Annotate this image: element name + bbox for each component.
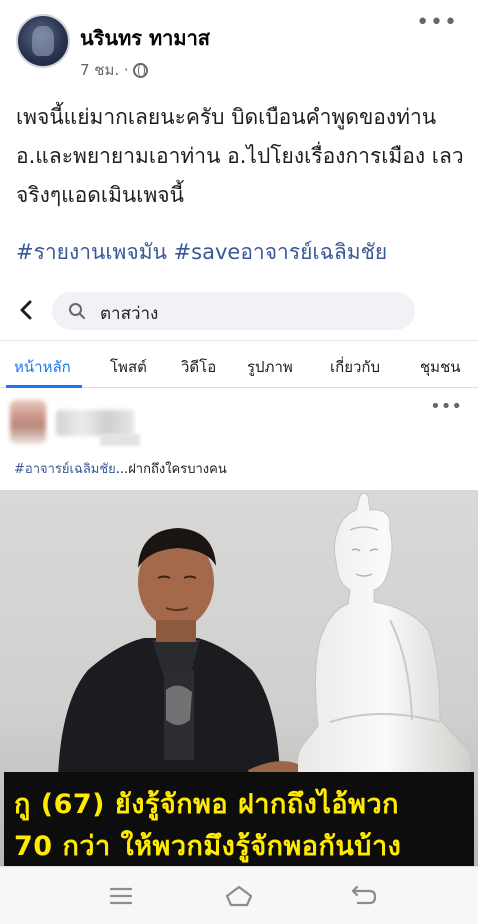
tab-home[interactable]: หน้าหลัก — [14, 355, 71, 379]
home-icon[interactable] — [224, 883, 254, 909]
more-options-icon[interactable]: ••• — [416, 12, 458, 34]
blurred-meta — [100, 434, 140, 446]
active-tab-indicator — [6, 385, 82, 388]
post-time[interactable]: 7 ชม. · — [80, 58, 129, 82]
inner-caption-hashtag[interactable]: #อาจารย์เฉลิมชัย — [14, 462, 116, 477]
blurred-page-name — [56, 410, 134, 436]
inner-post-caption: #อาจารย์เฉลิมชัย...ฝากถึงใครบางคน — [14, 458, 227, 479]
tab-photos[interactable]: รูปภาพ — [247, 355, 293, 379]
back-nav-icon[interactable] — [348, 883, 378, 909]
globe-icon — [132, 62, 148, 78]
post-meta: 7 ชม. · — [80, 58, 148, 82]
author-name[interactable]: นรินทร ทามาส — [80, 22, 210, 54]
recent-apps-icon[interactable] — [106, 883, 136, 909]
page-tabs: หน้าหลัก โพสต์ วิดีโอ รูปภาพ เกี่ยวกับ ช… — [0, 340, 478, 388]
image-caption-line-2: 70 กว่า ให้พวกมึงรู้จักพอกันบ้าง — [14, 831, 402, 862]
blurred-avatar — [10, 400, 46, 444]
tab-community[interactable]: ชุมชน — [420, 355, 461, 379]
post-header: นรินทร ทามาส 7 ชม. · ••• — [0, 0, 478, 88]
inner-post-header: ••• #อาจารย์เฉลิมชัย...ฝากถึงใครบางคน — [0, 392, 478, 484]
inner-more-options-icon[interactable]: ••• — [430, 398, 462, 416]
back-arrow-icon[interactable] — [14, 296, 38, 324]
post-hashtags[interactable]: #รายงานเพจมัน #saveอาจารย์เฉลิมชัย — [16, 236, 466, 269]
author-avatar[interactable] — [16, 14, 70, 68]
search-query: ตาสว่าง — [100, 304, 159, 324]
tab-posts[interactable]: โพสต์ — [110, 355, 147, 379]
buddha-statue — [296, 492, 473, 790]
tab-about[interactable]: เกี่ยวกับ — [330, 355, 380, 379]
shared-search-bar: ตาสว่าง — [0, 282, 478, 338]
tab-videos[interactable]: วิดีโอ — [181, 355, 216, 379]
post-body-text: เพจนี้แย่มากเลยนะครับ บิดเบือนคำพูดของท่… — [16, 105, 464, 207]
system-nav-bar — [0, 866, 478, 924]
inner-caption-text: ...ฝากถึงใครบางคน — [115, 462, 227, 477]
image-caption-line-1: กู (67) ยังรู้จักพอ ฝากถึงไอ้พวก — [14, 789, 399, 820]
search-input[interactable]: ตาสว่าง — [52, 292, 415, 330]
search-icon — [69, 303, 85, 319]
post-photo[interactable]: กู (67) ยังรู้จักพอ ฝากถึงไอ้พวก 70 กว่า… — [0, 490, 478, 866]
